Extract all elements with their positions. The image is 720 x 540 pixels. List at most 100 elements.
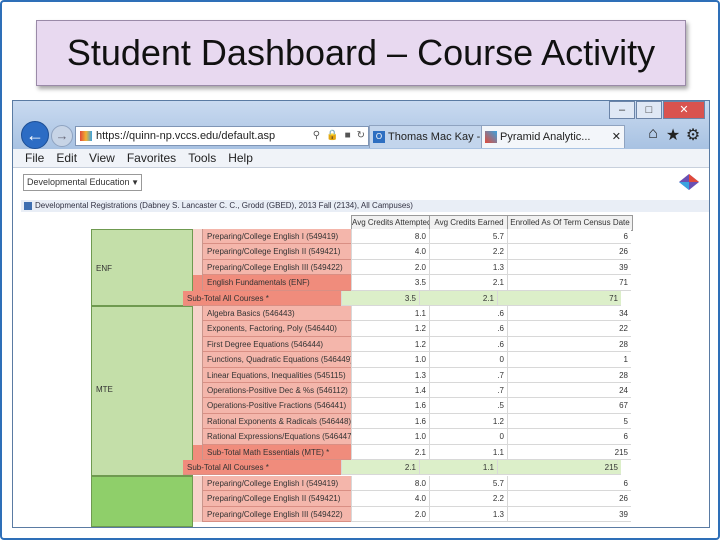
row-name: Functions, Quadratic Equations (546449) (203, 352, 351, 368)
search-icon[interactable]: ⚲ (310, 127, 323, 145)
table-row[interactable]: Rational Expressions/Equations (546447) … (193, 429, 631, 445)
filter-selected-value: Developmental Education (27, 177, 130, 187)
tab-outlook[interactable]: O Thomas Mac Kay - O... (369, 125, 497, 148)
compat-view-icon[interactable]: ■ (342, 127, 354, 145)
table-row[interactable]: Preparing/College English III (549422) 2… (193, 506, 631, 523)
cell-attempted: 1.6 (351, 413, 429, 430)
menu-tools[interactable]: Tools (188, 151, 216, 165)
cell-enrolled: 22 (507, 321, 631, 337)
pyramid-icon (485, 131, 497, 143)
row-name: Preparing/College English II (549421) (203, 244, 351, 260)
cell-enrolled: 67 (507, 398, 631, 414)
cell-attempted: 2.0 (351, 506, 429, 523)
cell-attempted: 1.0 (351, 352, 429, 368)
maximize-button[interactable]: □ (636, 101, 662, 119)
group-cell-mte[interactable]: MTE (91, 306, 193, 476)
row-name: Exponents, Factoring, Poly (546440) (203, 321, 351, 337)
cell-enrolled: 34 (507, 306, 631, 322)
chevron-down-icon: ▼ (131, 178, 139, 187)
url-text: https://quinn-np.vccs.edu/default.asp (96, 130, 276, 142)
cell-enrolled: 26 (507, 244, 631, 260)
cell-earned: 1.1 (419, 460, 497, 476)
table-row[interactable]: Rational Exponents & Radicals (546448) 1… (193, 413, 631, 430)
menu-favorites[interactable]: Favorites (127, 151, 176, 165)
lock-icon[interactable]: 🔒 (323, 127, 341, 145)
row-name: Linear Equations, Inequalities (545115) (203, 367, 351, 383)
menu-edit[interactable]: Edit (56, 151, 77, 165)
group-cell-next[interactable] (91, 476, 193, 527)
star-icon[interactable]: ★ (663, 125, 683, 145)
report-grid: Avg Credits Attempted Avg Credits Earned… (21, 215, 703, 527)
row-name: Preparing/College English II (549421) (203, 491, 351, 507)
cell-attempted: 1.4 (351, 383, 429, 399)
forward-arrow-icon[interactable]: → (51, 125, 73, 147)
table-row[interactable]: Preparing/College English III (549422) 2… (193, 259, 631, 276)
table-row[interactable]: Functions, Quadratic Equations (546449) … (193, 352, 631, 368)
cell-earned: 0 (429, 429, 507, 445)
gear-icon[interactable]: ⚙ (683, 125, 703, 145)
cell-attempted: 3.5 (351, 275, 429, 291)
table-row[interactable]: Operations-Positive Fractions (546441) 1… (193, 398, 631, 414)
subtotal-row[interactable]: Sub-Total Math Essentials (MTE) * 2.1 1.… (193, 444, 631, 460)
tab-close-icon[interactable]: ✕ (612, 126, 621, 148)
row-name: Sub-Total All Courses * (183, 460, 341, 476)
subtotal-row[interactable]: English Fundamentals (ENF) 3.5 2.1 71 (193, 275, 631, 291)
cell-earned: .5 (429, 398, 507, 414)
table-row[interactable]: Preparing/College English II (549421) 4.… (193, 244, 631, 260)
row-name: Preparing/College English I (549419) (203, 229, 351, 245)
cell-enrolled: 6 (507, 229, 631, 245)
cell-enrolled: 39 (507, 259, 631, 276)
total-row[interactable]: Sub-Total All Courses * 3.5 2.1 71 (183, 290, 631, 306)
cell-enrolled: 71 (507, 275, 631, 291)
cell-earned: .6 (429, 306, 507, 322)
table-row[interactable]: Preparing/College English I (549419) 8.0… (193, 229, 631, 245)
row-name: Rational Exponents & Radicals (546448) (203, 413, 351, 430)
row-name: Sub-Total Math Essentials (MTE) * (203, 444, 351, 460)
browser-screenshot: – □ ✕ ← → https://quinn-np.vccs.edu/defa… (12, 100, 710, 528)
address-bar[interactable]: https://quinn-np.vccs.edu/default.asp ⚲ … (75, 126, 369, 146)
cell-earned: .6 (429, 321, 507, 337)
cell-enrolled: 26 (507, 491, 631, 507)
close-button[interactable]: ✕ (663, 101, 705, 119)
menu-help[interactable]: Help (228, 151, 253, 165)
home-icon[interactable]: ⌂ (643, 125, 663, 145)
row-name: Operations-Positive Dec & %s (546112) (203, 383, 351, 399)
cell-earned: 1.1 (429, 444, 507, 460)
cell-attempted: 8.0 (351, 476, 429, 492)
cell-attempted: 2.1 (351, 444, 429, 460)
cell-attempted: 3.5 (341, 290, 419, 306)
cell-earned: 1.2 (429, 413, 507, 430)
cell-earned: .6 (429, 336, 507, 353)
total-row[interactable]: Sub-Total All Courses * 2.1 1.1 215 (183, 460, 631, 476)
tab-pyramid[interactable]: Pyramid Analytic... ✕ (481, 125, 625, 148)
cell-attempted: 2.1 (341, 460, 419, 476)
group-label: ENF (96, 264, 112, 273)
cell-attempted: 1.1 (351, 306, 429, 322)
filter-select[interactable]: Developmental Education ▼ (23, 174, 142, 191)
window-controls: – □ ✕ (608, 101, 705, 119)
grid-left-blank (21, 215, 91, 527)
table-row[interactable]: Algebra Basics (546443) 1.1 .6 34 (193, 306, 631, 322)
table-row[interactable]: Operations-Positive Dec & %s (546112) 1.… (193, 383, 631, 399)
outlook-icon: O (373, 131, 385, 143)
cell-earned: .7 (429, 367, 507, 383)
site-favicon-icon (80, 131, 92, 141)
menu-file[interactable]: File (25, 151, 44, 165)
table-row[interactable]: Exponents, Factoring, Poly (546440) 1.2 … (193, 321, 631, 337)
cell-earned: 2.1 (419, 290, 497, 306)
group-cell-enf[interactable]: ENF (91, 229, 193, 306)
cell-attempted: 1.6 (351, 398, 429, 414)
table-row[interactable]: First Degree Equations (546444) 1.2 .6 2… (193, 336, 631, 353)
report-toolbar: Developmental Education ▼ (13, 168, 709, 198)
cell-earned: 1.3 (429, 259, 507, 276)
table-row[interactable]: Preparing/College English II (549421) 4.… (193, 491, 631, 507)
table-row[interactable]: Preparing/College English I (549419) 8.0… (193, 476, 631, 492)
table-row[interactable]: Linear Equations, Inequalities (545115) … (193, 367, 631, 383)
minimize-button[interactable]: – (609, 101, 635, 119)
refresh-icon[interactable]: ↻ (354, 127, 368, 145)
menu-view[interactable]: View (89, 151, 115, 165)
cell-attempted: 1.3 (351, 367, 429, 383)
back-arrow-icon[interactable]: ← (21, 121, 49, 149)
cell-attempted: 4.0 (351, 491, 429, 507)
group-label: MTE (96, 385, 113, 394)
